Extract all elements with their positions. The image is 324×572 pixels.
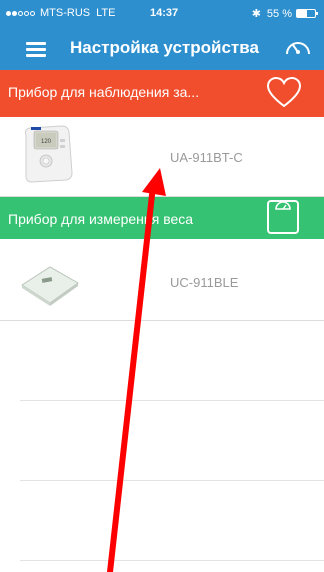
status-bar: MTS-RUS LTE 14:37 ✱ 55 % xyxy=(0,0,324,26)
blood-pressure-monitor-image: 120 xyxy=(25,125,73,183)
battery-icon xyxy=(296,9,318,18)
device-row-ua-911bt-c[interactable]: 120 UA-911BT-C xyxy=(0,117,324,197)
network-type: LTE xyxy=(96,7,116,19)
device-model-label: UA-911BT-C xyxy=(170,150,243,165)
device-row-uc-911ble[interactable]: UC-911BLE xyxy=(0,239,324,321)
device-model-label: UC-911BLE xyxy=(170,275,239,290)
empty-list-row xyxy=(20,481,324,561)
hamburger-menu-icon[interactable] xyxy=(26,42,46,58)
battery-percent: 55 % xyxy=(266,7,292,20)
page-title: Настройка устройства xyxy=(70,38,259,57)
section-header-bp-monitor[interactable]: Прибор для наблюдения за... xyxy=(0,70,324,117)
section-header-label: Прибор для наблюдения за... xyxy=(8,84,200,100)
signal-strength-icon xyxy=(6,10,36,16)
carrier-name: MTS-RUS xyxy=(40,7,91,19)
empty-list-row xyxy=(20,401,324,481)
status-left: MTS-RUS LTE xyxy=(6,7,115,19)
gauge-icon[interactable] xyxy=(284,36,312,60)
status-right: ✱ 55 % xyxy=(251,7,318,20)
scale-icon xyxy=(267,200,299,234)
battery-fill xyxy=(297,10,307,17)
glass-scale-image xyxy=(21,266,79,306)
clock: 14:37 xyxy=(150,7,179,19)
heart-icon xyxy=(266,76,302,108)
bluetooth-icon: ✱ xyxy=(251,8,261,20)
empty-list-row xyxy=(20,321,324,401)
section-header-label: Прибор для измерения веса xyxy=(8,211,194,227)
section-header-weight-scale[interactable]: Прибор для измерения веса xyxy=(0,197,324,239)
nav-bar: Настройка устройства xyxy=(0,26,324,70)
svg-text:120: 120 xyxy=(41,139,52,145)
